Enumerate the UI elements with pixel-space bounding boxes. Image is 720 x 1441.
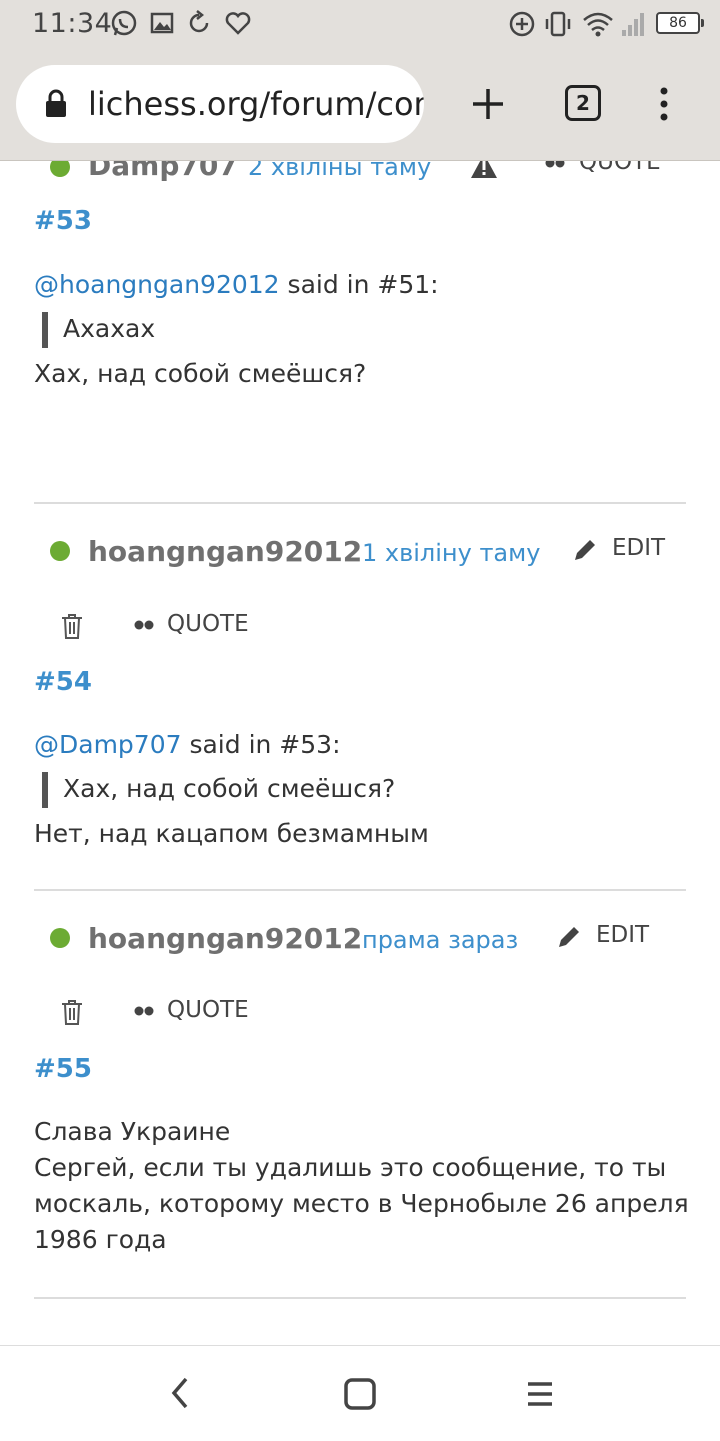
post-reply-header: @Damp707 said in #53: — [34, 727, 341, 763]
trash-icon[interactable] — [60, 998, 84, 1026]
back-icon[interactable] — [166, 1376, 196, 1410]
post-reply-header: @hoangngan92012 said in #51: — [34, 267, 439, 303]
forum-thread: Damp707 2 хвіліны таму QUOTE #53 @hoangn… — [0, 161, 720, 1345]
address-bar[interactable]: lichess.org/forum/con — [16, 65, 424, 143]
post-divider — [34, 889, 686, 891]
post-number[interactable]: #54 — [34, 667, 92, 697]
whatsapp-icon — [111, 10, 137, 36]
quote-icon — [134, 620, 154, 630]
online-indicator — [50, 541, 70, 561]
mention-link[interactable]: @Damp707 — [34, 730, 182, 759]
quote-icon — [545, 161, 565, 168]
trash-icon[interactable] — [60, 612, 84, 640]
post-author[interactable]: hoangngan92012 — [88, 535, 362, 568]
edit-label: EDIT — [596, 922, 650, 948]
more-vert-icon[interactable] — [652, 86, 676, 122]
post-author[interactable]: Damp707 — [88, 161, 238, 182]
url-text[interactable]: lichess.org/forum/con — [88, 85, 424, 123]
said-in-text: said in #51: — [279, 270, 439, 299]
browser-toolbar: lichess.org/forum/con 2 — [0, 50, 720, 161]
data-saver-icon — [509, 11, 535, 37]
post-text: Нет, над кацапом безмамным — [34, 819, 429, 848]
online-indicator — [50, 928, 70, 948]
heart-icon — [225, 12, 251, 35]
signal-icon — [622, 13, 644, 36]
edit-label: EDIT — [612, 535, 666, 561]
battery-level: 86 — [669, 15, 687, 31]
pencil-icon — [559, 927, 579, 947]
said-in-text: said in #53: — [181, 730, 341, 759]
lock-icon — [46, 89, 66, 117]
post-time: 1 хвіліну таму — [362, 539, 541, 567]
plus-icon[interactable] — [470, 86, 506, 122]
post-text-line: Сергей, если ты удалишь это сообщение, т… — [34, 1153, 667, 1182]
battery-indicator: 86 — [656, 12, 704, 34]
post-text-line: 1986 года — [34, 1225, 167, 1254]
sync-icon — [189, 10, 209, 33]
post-time: 2 хвіліны таму — [248, 161, 432, 181]
warning-icon[interactable] — [470, 161, 498, 179]
post-text-line: москаль, которому место в Чернобыле 26 а… — [34, 1189, 689, 1218]
status-bar: 11:34 86 — [0, 0, 720, 50]
post-time: прама зараз — [362, 926, 519, 954]
post-author[interactable]: hoangngan92012 — [88, 922, 362, 955]
blockquote-text: Хах, над собой смеёшся? — [63, 774, 396, 803]
navigation-bar — [0, 1345, 720, 1441]
vibrate-icon — [545, 11, 571, 37]
blockquote-text: Ахахах — [63, 314, 156, 343]
quote-label: QUOTE — [167, 997, 249, 1023]
blockquote-bar — [42, 312, 48, 348]
quote-label: QUOTE — [579, 161, 661, 175]
post-text: Хах, над собой смеёшся? — [34, 359, 367, 388]
post-text-line: Слава Украине — [34, 1117, 231, 1146]
post-divider — [34, 502, 686, 504]
tab-switcher-button[interactable]: 2 — [565, 85, 601, 121]
home-icon[interactable] — [342, 1376, 378, 1412]
quote-label: QUOTE — [167, 611, 249, 637]
online-indicator — [50, 161, 70, 177]
blockquote-bar — [42, 772, 48, 808]
recents-icon[interactable] — [522, 1376, 558, 1412]
status-time: 11:34 — [32, 8, 113, 39]
image-icon — [150, 12, 174, 34]
wifi-icon — [583, 12, 613, 37]
post-divider — [34, 1297, 686, 1299]
mention-link[interactable]: @hoangngan92012 — [34, 270, 280, 299]
quote-icon — [134, 1006, 154, 1016]
post-number[interactable]: #55 — [34, 1054, 92, 1084]
post-number[interactable]: #53 — [34, 206, 92, 236]
pencil-icon — [575, 540, 595, 560]
